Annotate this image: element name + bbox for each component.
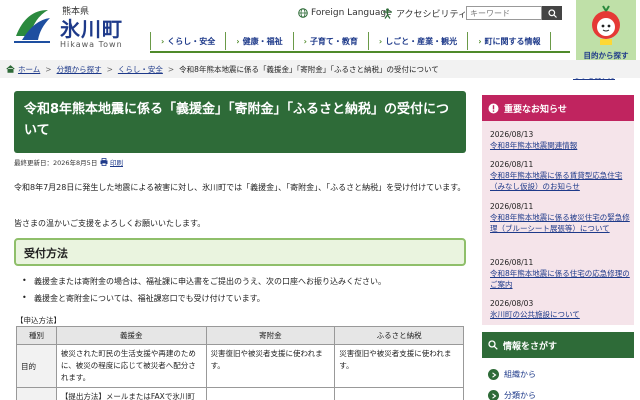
list-item: 2026/08/03 氷川町の公共施設について (490, 298, 632, 320)
arrow-right-icon (488, 390, 499, 400)
notice-link[interactable]: 令和8年熊本地震に係る被災住宅の緊急修理（ブルーシート展張等）について (490, 212, 632, 234)
page-title: 令和8年熊本地震に係る「義援金」「寄附金」「ふるさと納税」の受付について (14, 91, 466, 153)
info-link-category[interactable]: 分類から (488, 390, 536, 400)
print-link[interactable]: 印刷 (100, 157, 123, 167)
table-row: 目的 被災された町民の生活支援や再建のために、被災の程度に応じて被災者へ配分され… (16, 344, 464, 388)
table-cell: 被災された町民の生活支援や再建のために、被災の程度に応じて被災者へ配分されます。 (55, 344, 207, 388)
info-link-organization[interactable]: 組織から (488, 369, 536, 380)
table-header: 種別 (16, 326, 57, 345)
table-header: 義援金 (55, 326, 207, 345)
town-name[interactable]: 氷川町 (60, 13, 123, 42)
table-cell (205, 387, 336, 400)
list-item: 2026/08/11 令和8年熊本地震に係る被災住宅の緊急修理（ブルーシート展張… (490, 201, 632, 234)
search-icon (547, 8, 557, 18)
list-item: 2026/08/11 令和8年熊本地震に係る賃貸型応急住宅（みなし仮設）のお知ら… (490, 159, 632, 192)
nav-item-work-industry[interactable]: › しごと・産業・観光 (367, 32, 467, 50)
breadcrumb-separator: > (106, 64, 113, 74)
breadcrumb-sub[interactable]: くらし・安全 (118, 64, 163, 75)
chevron-right-icon: › (378, 36, 383, 46)
printer-icon (100, 158, 108, 166)
town-name-roman: Hikawa Town (60, 40, 123, 49)
nav-divider (150, 51, 570, 53)
breadcrumb-home[interactable]: ホーム (18, 64, 40, 75)
town-logo-icon[interactable] (12, 6, 52, 44)
application-table: 種別 義援金 寄附金 ふるさと納税 目的 被災された町民の生活支援や再建のために… (16, 326, 464, 400)
intro-paragraph: 令和8年7月28日に発生した地震による被害に対し、氷川町では「義援金」、「寄附金… (14, 183, 466, 192)
breadcrumb-separator: > (167, 64, 175, 74)
notice-link[interactable]: 令和8年熊本地震に係る住宅の応急修理のご案内 (490, 268, 632, 290)
accessibility-label: アクセシビリティ (396, 10, 468, 20)
foreign-language-label: Foreign Language (311, 8, 392, 18)
site-header: 熊本県 氷川町 Hikawa Town Foreign Language アクセ… (0, 0, 640, 58)
globe-icon (298, 8, 308, 18)
section-heading-reception: 受付方法 (14, 238, 466, 266)
list-item: 義援金または寄附金の場合は、福祉課に申込書をご提出のうえ、次の口座へお振り込みく… (22, 276, 462, 287)
list-item: 義援金と寄附金については、福祉課窓口でも受け付けています。 (22, 293, 462, 304)
nav-item-health-welfare[interactable]: › 健康・福祉 (225, 32, 292, 50)
table-row-label: 目的 (16, 344, 57, 388)
mascot-icon (592, 5, 620, 45)
table-header: ふるさと納税 (334, 326, 464, 345)
global-nav: › くらし・安全 › 健康・福祉 › 子育て・教育 › しごと・産業・観光 › 町に関する… (150, 32, 552, 50)
chevron-right-icon: › (303, 36, 307, 46)
appeal-paragraph: 皆さまの温かいご支援をよろしくお願いいたします。 (14, 219, 206, 228)
nav-item-childcare-education[interactable]: › 子育て・教育 (292, 32, 368, 50)
search-icon (488, 340, 498, 350)
table-cell: 【提出方法】メールまたはFAXで氷川町 (55, 387, 207, 400)
search-input[interactable] (466, 6, 542, 20)
table-cell (334, 387, 464, 400)
notice-link[interactable]: 氷川町の公共施設について (490, 309, 632, 320)
important-notice-list: 2026/08/13 令和8年熊本地震関連情報 2026/08/11 令和8年熊… (482, 121, 634, 325)
home-icon (6, 65, 15, 73)
info-search-heading: 情報をさがす (482, 332, 634, 358)
foreign-language-link[interactable]: Foreign Language (298, 8, 392, 18)
table-header-row: 種別 義援金 寄附金 ふるさと納税 (16, 326, 464, 345)
important-notice-heading: 重要なお知らせ (482, 95, 634, 121)
breadcrumb-category[interactable]: 分類から探す (57, 64, 102, 75)
notice-link[interactable]: 令和8年熊本地震に係る賃貸型応急住宅（みなし仮設）のお知らせ (490, 170, 632, 192)
breadcrumb-separator: > (45, 64, 52, 74)
chevron-right-icon: › (478, 36, 482, 46)
accessibility-link[interactable]: アクセシビリティ (382, 7, 467, 20)
alert-icon (488, 103, 499, 113)
nav-item-town-info[interactable]: › 町に関する情報 (467, 32, 552, 50)
reception-bullets: 義援金または寄附金の場合は、福祉課に申込書をご提出のうえ、次の口座へお振り込みく… (22, 276, 462, 310)
table-row: 【提出方法】メールまたはFAXで氷川町 (16, 387, 464, 400)
accessibility-icon (383, 8, 392, 19)
last-updated: 最終更新日：2026年8月5日 (14, 159, 98, 167)
chevron-right-icon: › (236, 36, 240, 46)
list-item: 2026/08/11 令和8年熊本地震に係る住宅の応急修理のご案内 (490, 257, 632, 290)
table-header: 寄附金 (205, 326, 336, 345)
table-row-label (16, 387, 57, 400)
search-button[interactable] (542, 6, 562, 20)
arrow-right-icon (488, 369, 499, 380)
breadcrumb: ホーム > 分類から探す > くらし・安全 > 令和8年熊本地震に係る「義援金」… (0, 60, 640, 78)
table-cell: 災害復旧や被災者支援に使われます。 (334, 344, 464, 388)
nav-item-life-safety[interactable]: › くらし・安全 (150, 32, 225, 50)
breadcrumb-current: 令和8年熊本地震に係る「義援金」「寄附金」「ふるさと納税」の受付について (179, 64, 439, 74)
list-item: 2026/08/13 令和8年熊本地震関連情報 (490, 129, 632, 151)
table-cell: 災害復旧や被災者支援に使われます。 (205, 344, 336, 388)
notice-link[interactable]: 令和8年熊本地震関連情報 (490, 140, 632, 151)
chevron-right-icon: › (161, 36, 165, 46)
table-caption: 【申込方法】 (16, 316, 61, 325)
